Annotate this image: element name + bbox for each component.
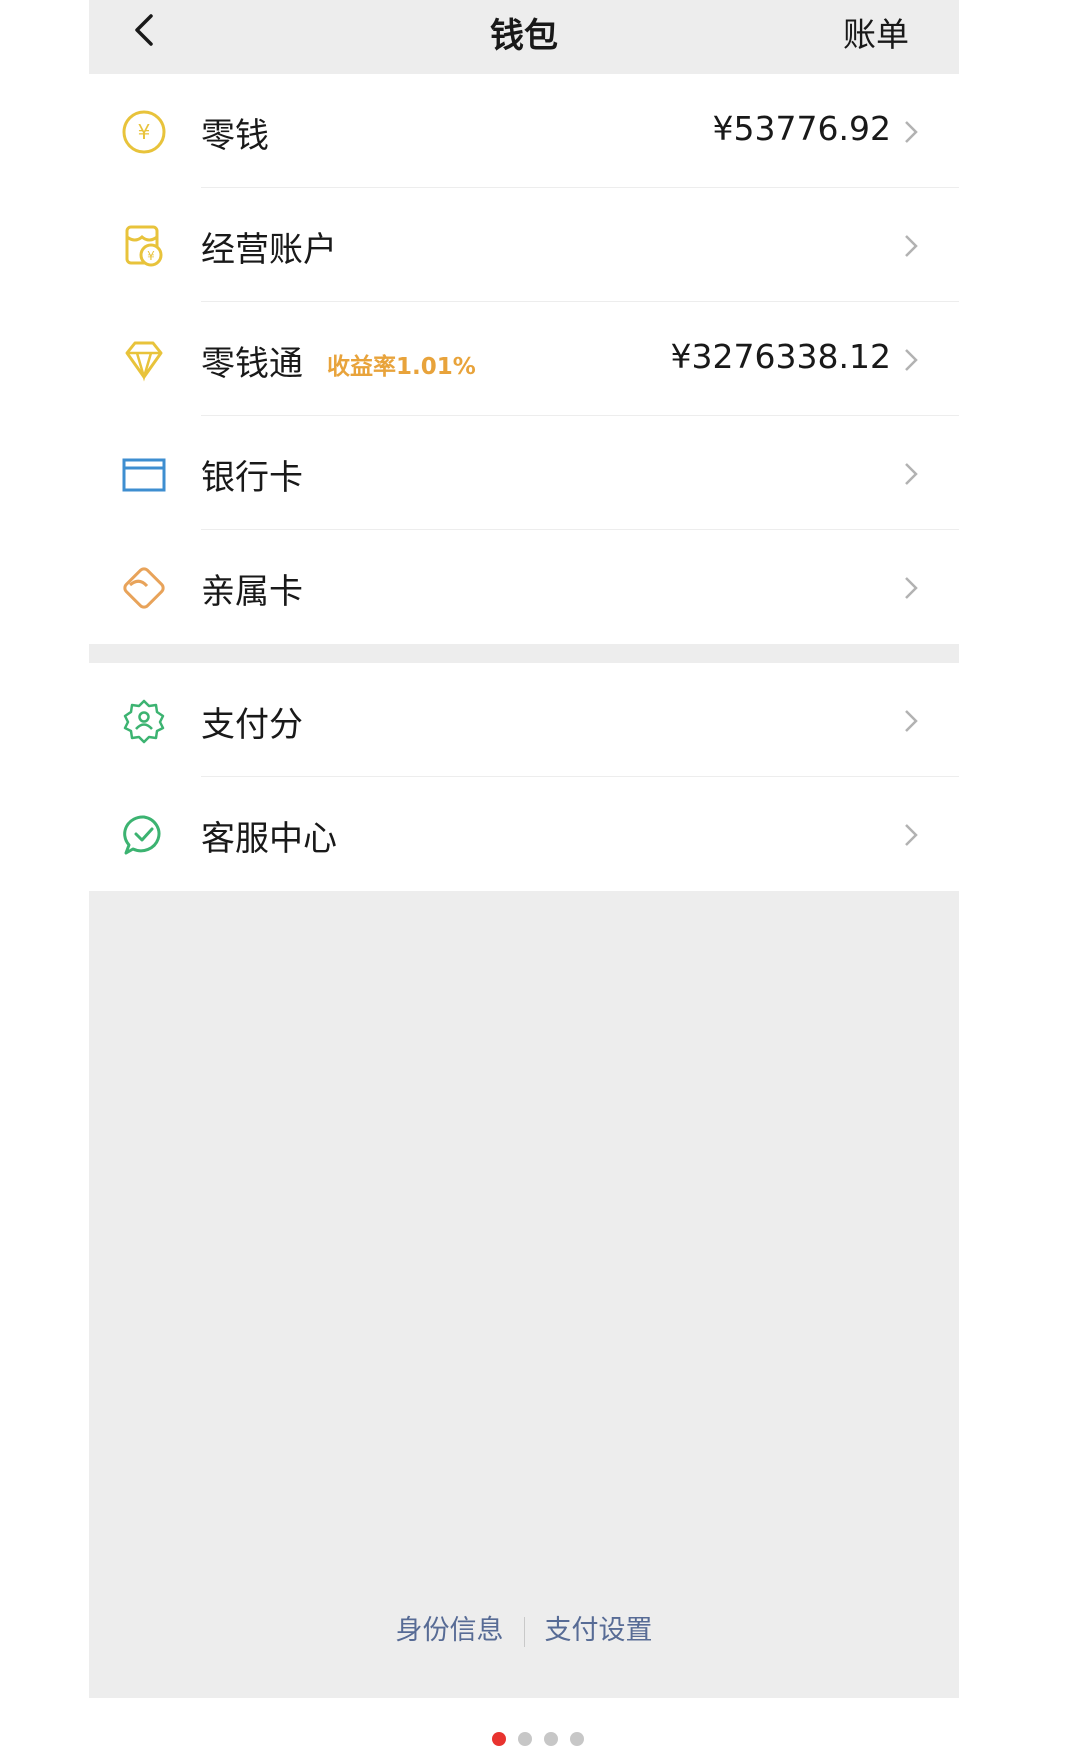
wallet-group-2: 支付分 客服中心 [89, 663, 959, 891]
row-label: 零钱 [201, 116, 269, 156]
row-label: 亲属卡 [201, 572, 303, 612]
nav-bar: 钱包 账单 [89, 0, 959, 74]
coin-icon: ¥ [122, 110, 166, 154]
row-customer-service[interactable]: 客服中心 [89, 777, 959, 891]
page-dot[interactable] [570, 1732, 584, 1746]
chevron-right-icon [905, 349, 918, 371]
row-change[interactable]: ¥ 零钱 ¥53776.92 [89, 74, 959, 188]
row-lingqiantong[interactable]: 零钱通 收益率1.01% ¥3276338.12 [89, 302, 959, 416]
row-label: 支付分 [201, 705, 303, 745]
bill-button[interactable]: 账单 [843, 8, 909, 56]
row-label: 经营账户 [201, 230, 337, 270]
customer-service-icon [123, 815, 161, 855]
page-indicator [0, 1732, 1076, 1746]
chevron-right-icon [905, 710, 918, 732]
diamond-icon [125, 341, 163, 382]
page-title: 钱包 [490, 16, 558, 56]
row-bank-card[interactable]: 银行卡 [89, 416, 959, 530]
business-account-icon: ¥ [125, 225, 163, 267]
page-dot[interactable] [518, 1732, 532, 1746]
yield-rate-badge: 收益率1.01% [327, 354, 476, 380]
family-card-icon [123, 567, 165, 609]
wallet-screen: 钱包 账单 ¥ 零钱 ¥53776.92 ¥ 经营账户 零钱通 收益率1.01%… [89, 0, 959, 1698]
svg-text:¥: ¥ [138, 120, 151, 144]
row-label: 客服中心 [201, 819, 337, 859]
svg-text:¥: ¥ [147, 249, 155, 263]
row-label: 银行卡 [201, 458, 303, 498]
bank-card-icon [122, 458, 166, 492]
pay-settings-link[interactable]: 支付设置 [525, 1608, 673, 1647]
chevron-right-icon [905, 121, 918, 143]
wallet-group-1: ¥ 零钱 ¥53776.92 ¥ 经营账户 零钱通 收益率1.01% ¥3276… [89, 74, 959, 644]
page-dot-active[interactable] [492, 1732, 506, 1746]
change-balance: ¥53776.92 [712, 109, 891, 148]
chevron-right-icon [905, 463, 918, 485]
identity-info-link[interactable]: 身份信息 [376, 1608, 524, 1647]
row-family-card[interactable]: 亲属卡 [89, 530, 959, 644]
row-business-account[interactable]: ¥ 经营账户 [89, 188, 959, 302]
chevron-right-icon [905, 577, 918, 599]
footer-links: 身份信息 支付设置 [89, 1608, 959, 1647]
chevron-right-icon [905, 235, 918, 257]
row-label: 零钱通 [201, 344, 303, 384]
pay-score-icon [123, 699, 165, 744]
page-dot[interactable] [544, 1732, 558, 1746]
row-pay-score[interactable]: 支付分 [89, 663, 959, 777]
chevron-right-icon [905, 824, 918, 846]
lingqiantong-balance: ¥3276338.12 [670, 337, 891, 376]
